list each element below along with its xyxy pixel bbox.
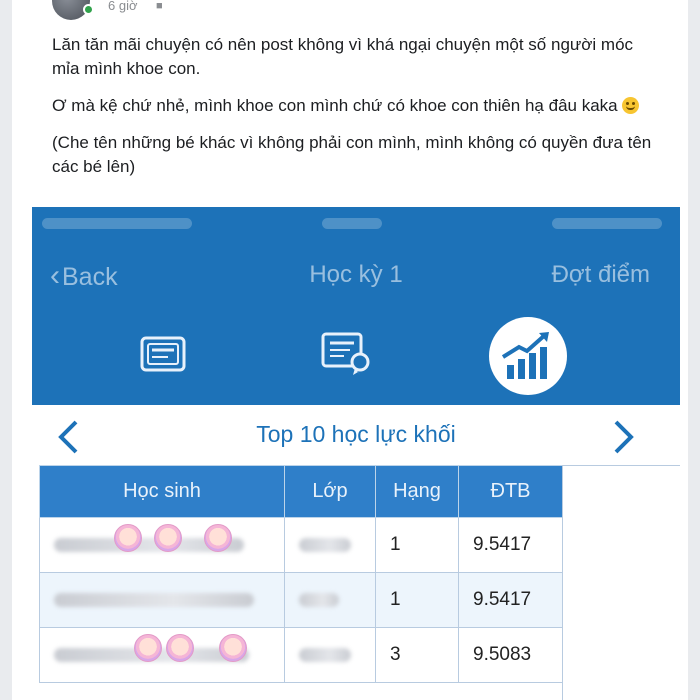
table-header-row: Học sinh Lớp Hạng ĐTB: [39, 465, 563, 518]
student-name-cell: [39, 517, 285, 573]
cute-sticker: [219, 634, 247, 662]
class-cell: [284, 627, 376, 683]
cute-sticker: [204, 524, 232, 552]
smile-emoji-icon: [622, 97, 640, 114]
exam-period-button[interactable]: Đợt điểm: [552, 261, 650, 289]
cute-sticker: [154, 524, 182, 552]
blurred-text: [299, 592, 339, 607]
blurred-text: [54, 592, 254, 607]
class-cell: [284, 572, 376, 628]
table-row[interactable]: 1 9.5417: [39, 572, 563, 628]
table-empty-column: [562, 465, 680, 700]
post-timestamp[interactable]: 6 giờ: [108, 0, 138, 13]
rank-cell: 3: [375, 627, 459, 683]
ranking-table: Học sinh Lớp Hạng ĐTB 1 9.5417 1 9.5417 …: [39, 465, 563, 683]
section-title: Top 10 học lực khối: [256, 421, 456, 447]
redacted-name: [54, 634, 249, 666]
privacy-friends-icon[interactable]: ■: [156, 0, 163, 12]
certificate-icon[interactable]: [320, 331, 372, 380]
cute-sticker: [134, 634, 162, 662]
gpa-cell: 9.5417: [458, 517, 563, 573]
column-header-rank: Hạng: [375, 465, 459, 518]
rank-cell: 1: [375, 517, 459, 573]
app-navbar: ‹Back Học kỳ 1 Đợt điểm: [32, 241, 680, 309]
next-arrow-icon[interactable]: [610, 419, 636, 460]
report-card-icon[interactable]: [140, 335, 186, 378]
post-paragraph-with-emoji: Ơ mà kệ chứ nhẻ, mình khoe con mình chứ …: [52, 94, 652, 118]
table-row[interactable]: 3 9.5083: [39, 627, 563, 683]
facebook-post: 6 giờ ■ Lăn tăn mãi chuyện có nên post k…: [12, 0, 688, 700]
phone-status-bar: [32, 207, 680, 241]
blurred-text: [299, 647, 351, 662]
blurred-text: [299, 537, 351, 552]
gpa-cell: 9.5417: [458, 572, 563, 628]
table-row[interactable]: 1 9.5417: [39, 517, 563, 573]
column-header-student: Học sinh: [39, 465, 285, 518]
post-body: Lăn tăn mãi chuyện có nên post không vì …: [52, 33, 652, 192]
cute-sticker: [166, 634, 194, 662]
gpa-cell: 9.5083: [458, 627, 563, 683]
attached-screenshot[interactable]: ‹Back Học kỳ 1 Đợt điểm Top 10 học lực k…: [32, 207, 680, 700]
cute-sticker: [114, 524, 142, 552]
column-header-gpa: ĐTB: [458, 465, 563, 518]
class-cell: [284, 517, 376, 573]
online-status-dot: [83, 4, 94, 15]
rank-cell: 1: [375, 572, 459, 628]
post-paragraph: Ơ mà kệ chứ nhẻ, mình khoe con mình chứ …: [52, 96, 618, 115]
column-header-class: Lớp: [284, 465, 376, 518]
ranking-chart-icon[interactable]: [489, 317, 567, 395]
tab-icon-bar: [32, 309, 680, 405]
redacted-name: [54, 524, 244, 556]
ranking-content: Top 10 học lực khối Học sinh Lớp Hạng ĐT…: [32, 405, 680, 700]
section-header: Top 10 học lực khối: [32, 405, 680, 465]
student-name-cell: [39, 627, 285, 683]
post-paragraph: (Che tên những bé khác vì không phải con…: [52, 133, 652, 176]
student-name-cell: [39, 572, 285, 628]
post-paragraph: Lăn tăn mãi chuyện có nên post không vì …: [52, 35, 634, 78]
